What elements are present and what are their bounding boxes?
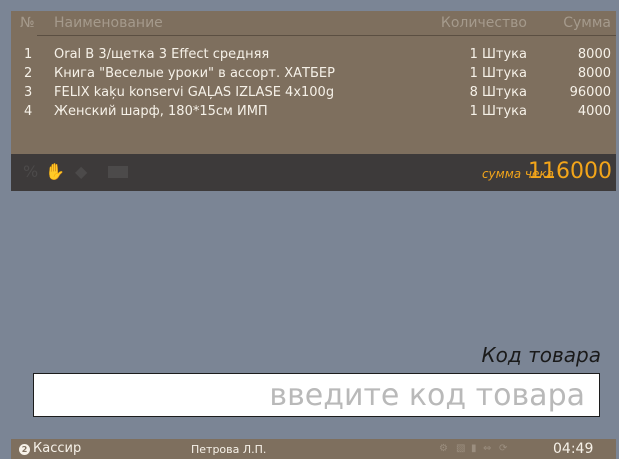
cashier-name: Петрова Л.П.: [191, 443, 267, 456]
row-num: 2: [24, 66, 33, 81]
table-header: № Наименование Количество Сумма: [11, 11, 616, 35]
row-num: 4: [24, 104, 33, 119]
table-row[interactable]: 3 FELIX kaķu konservi GAĻAS IZLASE 4x100…: [11, 85, 616, 103]
row-qty: 8 Штука: [469, 85, 527, 100]
sync-icon: ⟳: [499, 443, 508, 454]
product-code-input[interactable]: [33, 373, 600, 417]
total-value: 116000: [528, 159, 612, 184]
row-qty: 1 Штука: [469, 66, 527, 81]
row-name: Oral B 3/щетка 3 Effect средняя: [54, 47, 270, 62]
network-icon: ⇔: [483, 443, 492, 454]
percent-icon[interactable]: %: [23, 162, 38, 182]
row-sum: 8000: [577, 66, 611, 81]
row-sum: 8000: [577, 47, 611, 62]
column-header-name: Наименование: [54, 15, 163, 31]
hand-icon[interactable]: ✋: [45, 162, 65, 182]
column-header-num: №: [20, 15, 35, 31]
row-name: FELIX kaķu konservi GAĻAS IZLASE 4x100g: [54, 85, 335, 100]
receipt-panel: № Наименование Количество Сумма 1 Oral B…: [11, 11, 616, 154]
user-badge-icon: 2: [19, 444, 30, 455]
table-row[interactable]: 2 Книга "Веселые уроки" в ассорт. ХАТБЕР…: [11, 66, 616, 84]
settings-icon: ⚙: [439, 443, 448, 454]
column-header-sum: Сумма: [563, 15, 611, 31]
row-qty: 1 Штука: [469, 104, 527, 119]
storage-icon: ▮: [471, 443, 477, 454]
row-name: Женский шарф, 180*15см ИМП: [54, 104, 268, 119]
printer-icon: ▧: [456, 443, 466, 454]
action-toolbar: % ✋ ◆ сумма чека 116000: [11, 154, 616, 191]
row-name: Книга "Веселые уроки" в ассорт. ХАТБЕР: [54, 66, 335, 81]
clock: 04:49: [553, 441, 594, 457]
table-row[interactable]: 4 Женский шарф, 180*15см ИМП 1 Штука 400…: [11, 104, 616, 122]
code-label: Код товара: [481, 343, 601, 367]
keyboard-icon[interactable]: [107, 162, 129, 182]
card-icon[interactable]: ◆: [75, 162, 87, 182]
row-qty: 1 Штука: [469, 47, 527, 62]
status-bar: 2 Кассир Петрова Л.П. ⚙ ▧ ▮ ⇔ ⟳ 04:49: [11, 439, 616, 459]
row-num: 3: [24, 85, 33, 100]
row-num: 1: [24, 47, 33, 62]
column-header-qty: Количество: [440, 15, 527, 31]
row-sum: 4000: [577, 104, 611, 119]
table-row[interactable]: 1 Oral B 3/щетка 3 Effect средняя 1 Штук…: [11, 47, 616, 65]
role-label: Кассир: [33, 441, 82, 456]
row-sum: 96000: [569, 85, 611, 100]
header-divider: [37, 35, 616, 36]
